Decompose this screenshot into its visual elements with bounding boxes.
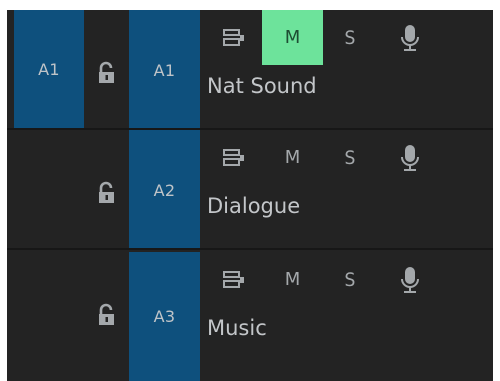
track-name[interactable]: Music [207, 316, 267, 340]
track-target-label: A2 [153, 180, 176, 200]
solo-label: S [344, 26, 356, 49]
solo-button[interactable]: S [323, 252, 377, 307]
microphone-icon[interactable] [383, 10, 437, 65]
solo-button[interactable]: S [323, 10, 377, 65]
solo-button[interactable]: S [323, 130, 377, 185]
track-target-a3[interactable]: A3 [129, 252, 200, 381]
sync-lock-icon[interactable] [206, 10, 262, 65]
mute-label: M [284, 27, 301, 48]
audio-track-a3: A3 M S Music [7, 252, 493, 381]
mute-button[interactable]: M [262, 130, 323, 185]
source-patch-a1[interactable]: A1 [14, 10, 84, 128]
audio-track-headers: A1 A1 M S Nat Sound A2 M S Dialogue A3 M… [7, 10, 493, 381]
mute-button[interactable]: M [262, 252, 323, 307]
mute-button[interactable]: M [262, 10, 323, 65]
track-target-label: A1 [153, 60, 176, 80]
track-name[interactable]: Dialogue [207, 194, 300, 218]
lock-open-icon[interactable] [96, 61, 118, 85]
solo-label: S [344, 268, 356, 291]
mute-label: M [284, 147, 301, 168]
sync-lock-icon[interactable] [206, 130, 262, 185]
track-divider [7, 248, 493, 250]
track-target-label: A3 [153, 307, 176, 326]
lock-open-icon[interactable] [96, 303, 118, 327]
track-name[interactable]: Nat Sound [207, 74, 317, 98]
source-patch-label: A1 [38, 59, 60, 79]
track-target-a2[interactable]: A2 [129, 130, 200, 250]
microphone-icon[interactable] [383, 130, 437, 185]
audio-track-a1: A1 A1 M S Nat Sound [7, 10, 493, 130]
lock-open-icon[interactable] [96, 181, 118, 205]
mute-label: M [284, 269, 301, 290]
solo-label: S [344, 146, 356, 169]
microphone-icon[interactable] [383, 252, 437, 307]
sync-lock-icon[interactable] [206, 252, 262, 307]
track-target-a1[interactable]: A1 [129, 10, 200, 130]
audio-track-a2: A2 M S Dialogue [7, 130, 493, 250]
